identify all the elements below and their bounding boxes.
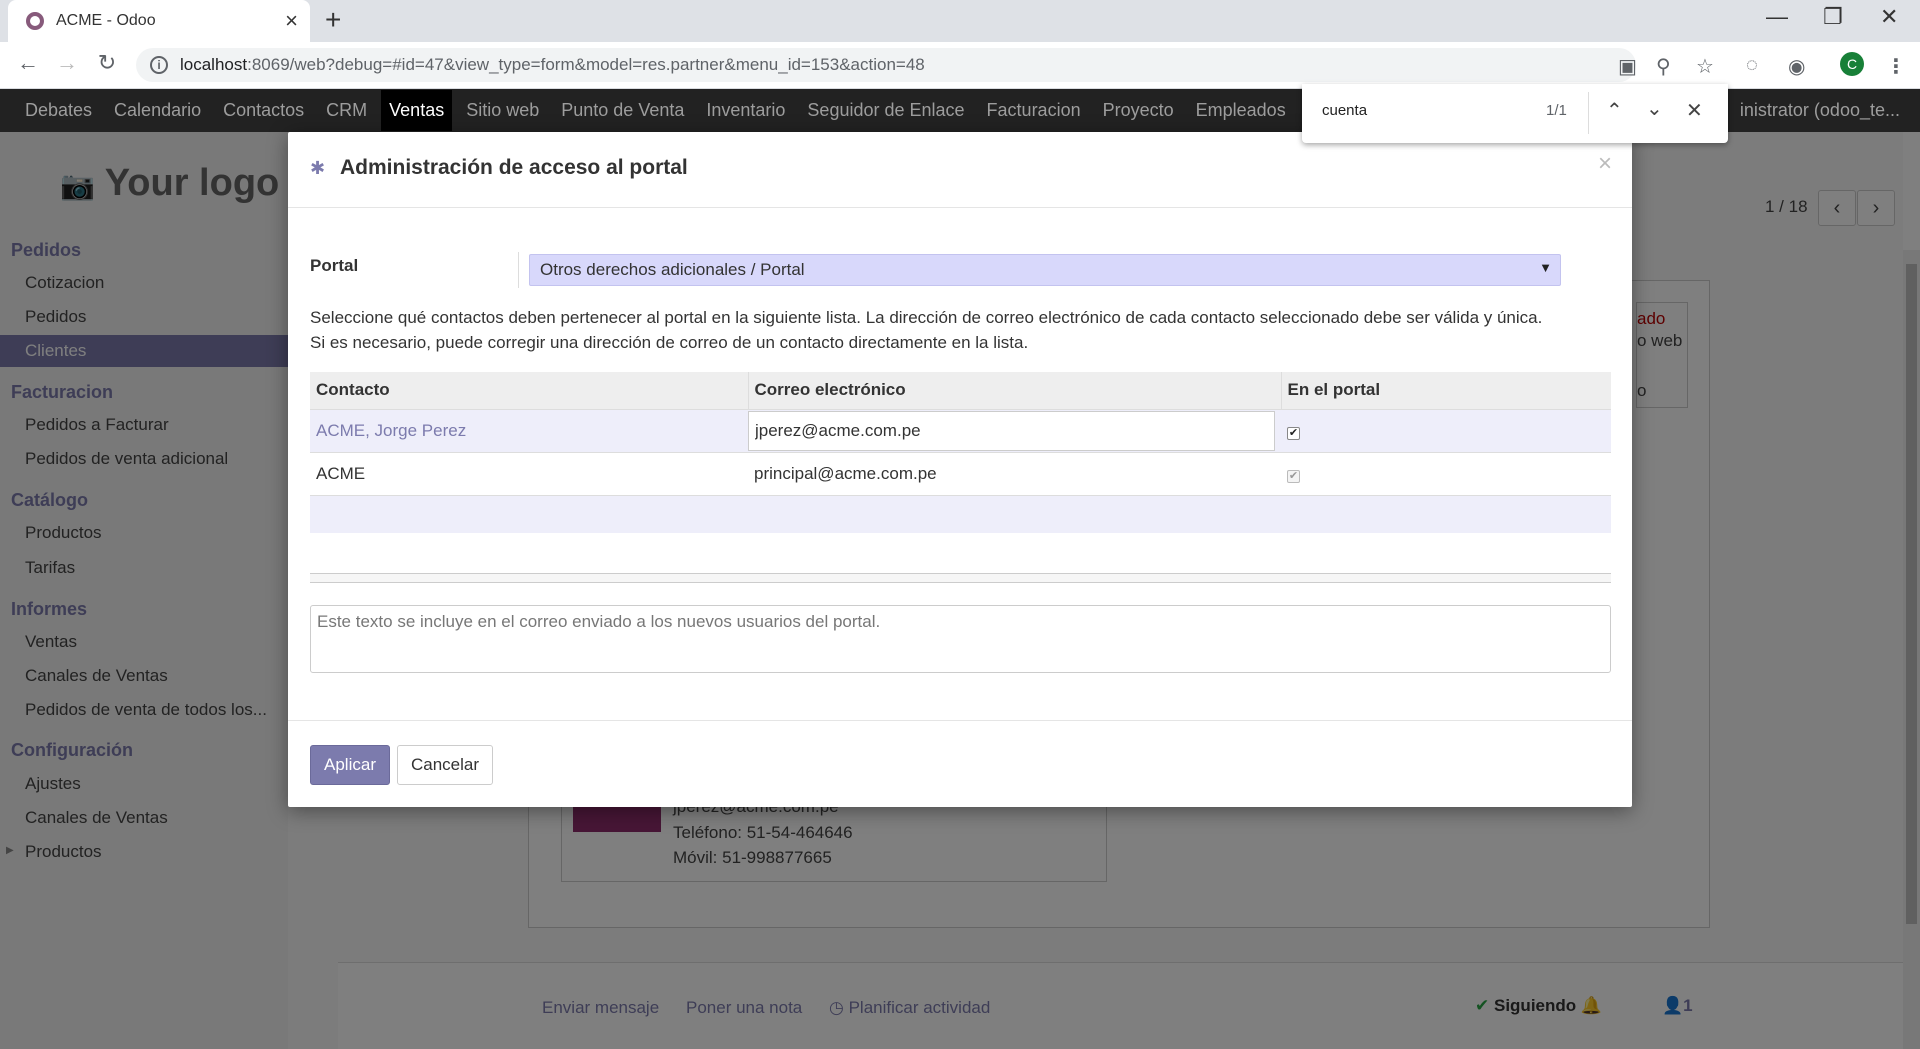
apply-button[interactable]: Aplicar — [310, 745, 390, 785]
email-input[interactable] — [748, 410, 1275, 451]
restore-icon[interactable]: ❐ — [1823, 4, 1843, 30]
bookmark-star-icon[interactable]: ☆ — [1696, 54, 1714, 79]
menu-empleados[interactable]: Empleados — [1196, 100, 1286, 121]
close-tab-icon[interactable]: × — [285, 8, 298, 34]
menu-seguidor-de-enlace[interactable]: Seguidor de Enlace — [807, 100, 964, 121]
url-host: localhost — [180, 55, 248, 74]
bug-icon[interactable]: ✱ — [310, 158, 325, 179]
menu-sitio-web[interactable]: Sitio web — [466, 100, 539, 121]
portal-label: Portal — [310, 256, 359, 275]
menu-facturacion[interactable]: Facturacion — [987, 100, 1081, 121]
url-path: :8069/web?debug=#id=47&view_type=form&mo… — [247, 55, 925, 74]
contact-name: ACME — [316, 463, 366, 483]
menu-crm[interactable]: CRM — [326, 100, 367, 121]
extension-2-icon[interactable]: ◉ — [1788, 54, 1805, 79]
contact-email: principal@acme.com.pe — [754, 463, 937, 483]
table-row[interactable]: ACME principal@acme.com.pe ✔ — [310, 451, 1611, 495]
new-tab-icon[interactable]: + — [325, 4, 341, 36]
find-close-icon[interactable]: ✕ — [1686, 98, 1703, 123]
help-line-2: Si es necesario, puede corregir una dire… — [310, 333, 1029, 352]
extension-icon[interactable]: ◌ — [1746, 54, 1758, 77]
zoom-icon[interactable]: ⚲ — [1656, 54, 1671, 79]
contact-name[interactable]: ACME, Jorge Perez — [316, 421, 466, 440]
reload-icon[interactable]: ↻ — [92, 50, 122, 76]
browser-menu-icon[interactable]: ⋮ — [1886, 54, 1906, 79]
minimize-icon[interactable]: — — [1766, 4, 1788, 30]
in-portal-checkbox[interactable]: ✔ — [1287, 426, 1300, 440]
find-input[interactable]: cuenta — [1322, 102, 1367, 119]
odoo-favicon-icon — [26, 12, 44, 30]
find-divider — [1588, 92, 1589, 134]
menu-inventario[interactable]: Inventario — [706, 100, 785, 121]
find-previous-icon[interactable]: ⌃ — [1606, 98, 1623, 123]
portal-select[interactable]: Otros derechos adicionales / Portal ▼ — [529, 254, 1561, 286]
help-line-1: Seleccione qué contactos deben pertenece… — [310, 308, 1543, 327]
profile-avatar[interactable]: C — [1840, 52, 1864, 76]
find-active-icon[interactable]: ▣ — [1618, 54, 1637, 79]
find-match-count: 1/1 — [1546, 102, 1567, 119]
menu-proyecto[interactable]: Proyecto — [1103, 100, 1174, 121]
column-correo[interactable]: Correo electrónico — [748, 372, 1282, 409]
menu-debates[interactable]: Debates — [25, 100, 92, 121]
dialog-footer: Aplicar Cancelar — [288, 720, 1632, 807]
empty-row — [310, 494, 1611, 533]
column-contacto[interactable]: Contacto — [310, 372, 749, 409]
window-close-icon[interactable]: ✕ — [1880, 4, 1898, 30]
forward-icon[interactable]: → — [52, 50, 82, 76]
menu-punto-de-venta[interactable]: Punto de Venta — [561, 100, 684, 121]
find-next-icon[interactable]: ⌄ — [1646, 96, 1663, 121]
menu-contactos[interactable]: Contactos — [223, 100, 304, 121]
dialog-title: Administración de acceso al portal — [340, 156, 688, 179]
find-bar: cuenta 1/1 ⌃ ⌄ ✕ — [1302, 84, 1728, 143]
back-icon[interactable]: ← — [13, 50, 43, 76]
tab-title: ACME - Odoo — [56, 12, 156, 29]
dialog-close-icon[interactable]: × — [1598, 150, 1612, 178]
dialog-header: ✱ Administración de acceso al portal × — [288, 132, 1632, 208]
menu-ventas[interactable]: Ventas — [381, 90, 453, 131]
site-info-icon[interactable]: i — [150, 56, 168, 74]
browser-tab[interactable]: ACME - Odoo × — [8, 0, 310, 42]
dropdown-caret-icon: ▼ — [1539, 260, 1552, 275]
section-separator — [310, 573, 1611, 583]
column-en-el-portal[interactable]: En el portal — [1281, 372, 1611, 409]
portal-users-table: Contacto Correo electrónico En el portal… — [310, 372, 1611, 533]
user-menu[interactable]: inistrator (odoo_te... — [1740, 100, 1900, 121]
browser-tabbar: ACME - Odoo × + — ❐ ✕ — [0, 0, 1920, 42]
portal-select-value: Otros derechos adicionales / Portal — [540, 260, 805, 279]
in-portal-checkbox[interactable]: ✔ — [1287, 469, 1300, 483]
portal-access-dialog: ✱ Administración de acceso al portal × P… — [288, 132, 1632, 807]
help-text: Seleccione qué contactos deben pertenece… — [310, 305, 1610, 355]
table-row[interactable]: ACME, Jorge Perez ✔ — [310, 408, 1611, 452]
welcome-message-field[interactable] — [310, 605, 1611, 673]
address-bar[interactable]: i localhost:8069/web?debug=#id=47&view_t… — [136, 48, 1636, 82]
field-divider — [518, 252, 519, 288]
browser-toolbar: ← → ↻ i localhost:8069/web?debug=#id=47&… — [0, 42, 1920, 89]
menu-calendario[interactable]: Calendario — [114, 100, 201, 121]
cancel-button[interactable]: Cancelar — [397, 745, 493, 785]
